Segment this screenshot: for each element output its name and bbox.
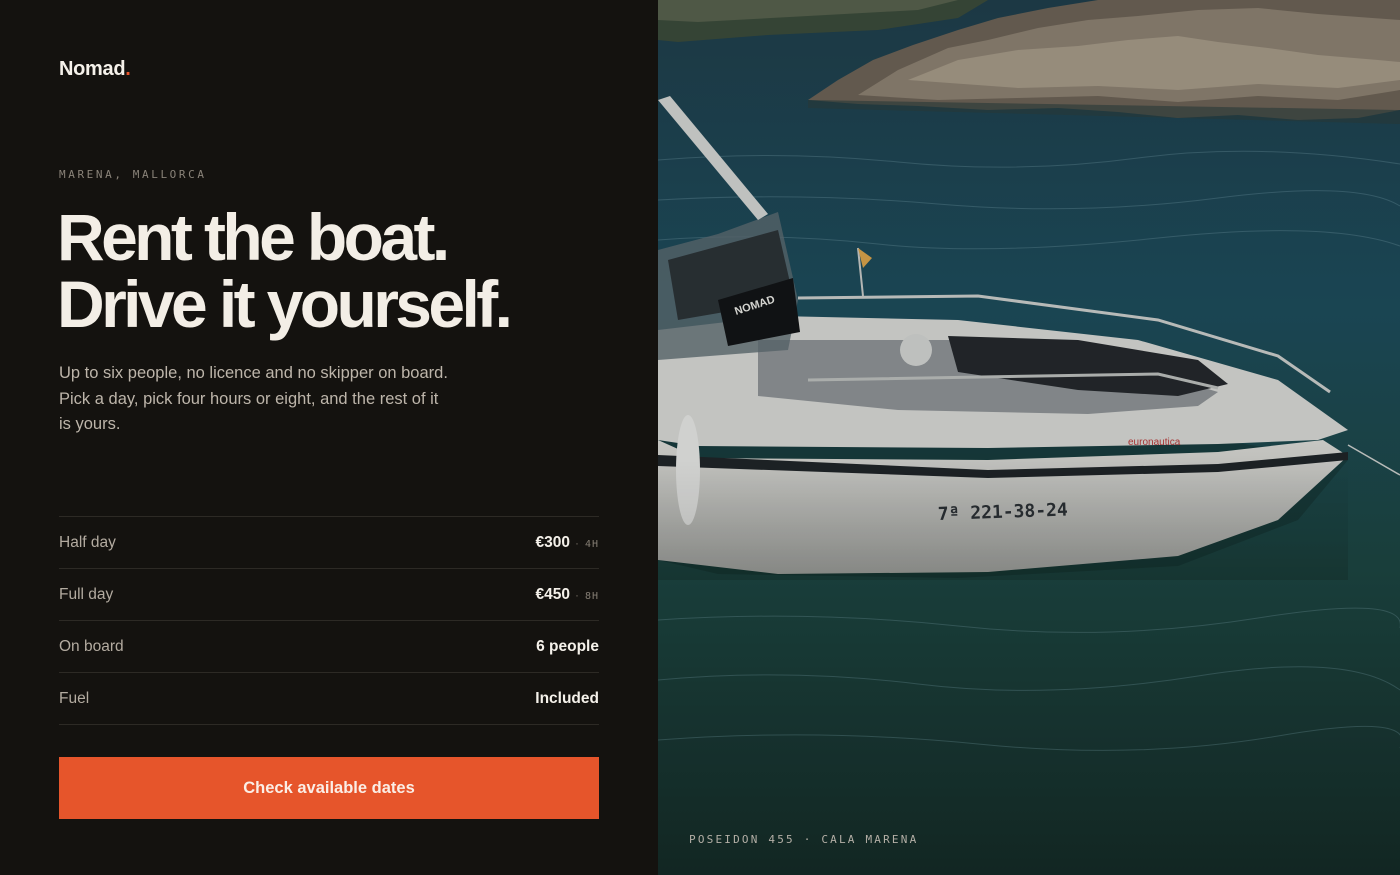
page-headline: Rent the boat. Drive it yourself. xyxy=(57,200,513,341)
spec-row-on-board: On board 6 people xyxy=(59,621,599,673)
check-dates-button[interactable]: Check available dates xyxy=(59,757,599,819)
duration-unit: 8H xyxy=(584,590,599,602)
spec-value: 6 people xyxy=(536,637,599,655)
brand-logo[interactable]: Nomad. xyxy=(59,58,131,81)
hero-description: Up to six people, no licence and no skip… xyxy=(59,364,448,433)
brand-name: Nomad xyxy=(59,58,126,80)
spec-label: Full day xyxy=(59,585,114,603)
boat-illustration: 7ª 221-38-24 euronautica NOMAD xyxy=(658,0,1400,875)
spec-row-full-day: Full day €450 · 8H xyxy=(59,569,599,621)
spec-value: Included xyxy=(535,689,599,707)
spec-label: Fuel xyxy=(59,689,90,707)
info-panel: Nomad. MARENA, MALLORCA Rent the boat. D… xyxy=(0,0,658,875)
spec-label: On board xyxy=(59,637,124,655)
duration-unit: 4H xyxy=(584,538,599,550)
price: €450 xyxy=(535,585,570,603)
spec-row-half-day: Half day €300 · 4H xyxy=(59,517,599,569)
photo-caption: POSEIDON 455 · CALA MARENA xyxy=(689,833,919,846)
boat-photo: 7ª 221-38-24 euronautica NOMAD POSEIDON … xyxy=(658,0,1400,875)
brand-dot: . xyxy=(125,58,131,80)
headline-line-2: Drive it yourself. xyxy=(57,267,513,341)
headline-line-1: Rent the boat. xyxy=(57,200,450,274)
spec-row-fuel: Fuel Included xyxy=(59,673,599,725)
separator: · xyxy=(574,587,579,602)
price: €300 xyxy=(535,533,570,551)
spec-label: Half day xyxy=(59,533,116,551)
spec-value: €450 · 8H xyxy=(535,586,599,604)
spec-value: €300 · 4H xyxy=(535,534,599,552)
specs-list: Half day €300 · 4H Full day €450 · 8H On boa… xyxy=(59,516,599,725)
location-eyebrow: MARENA, MALLORCA xyxy=(59,168,207,181)
separator: · xyxy=(574,535,579,550)
